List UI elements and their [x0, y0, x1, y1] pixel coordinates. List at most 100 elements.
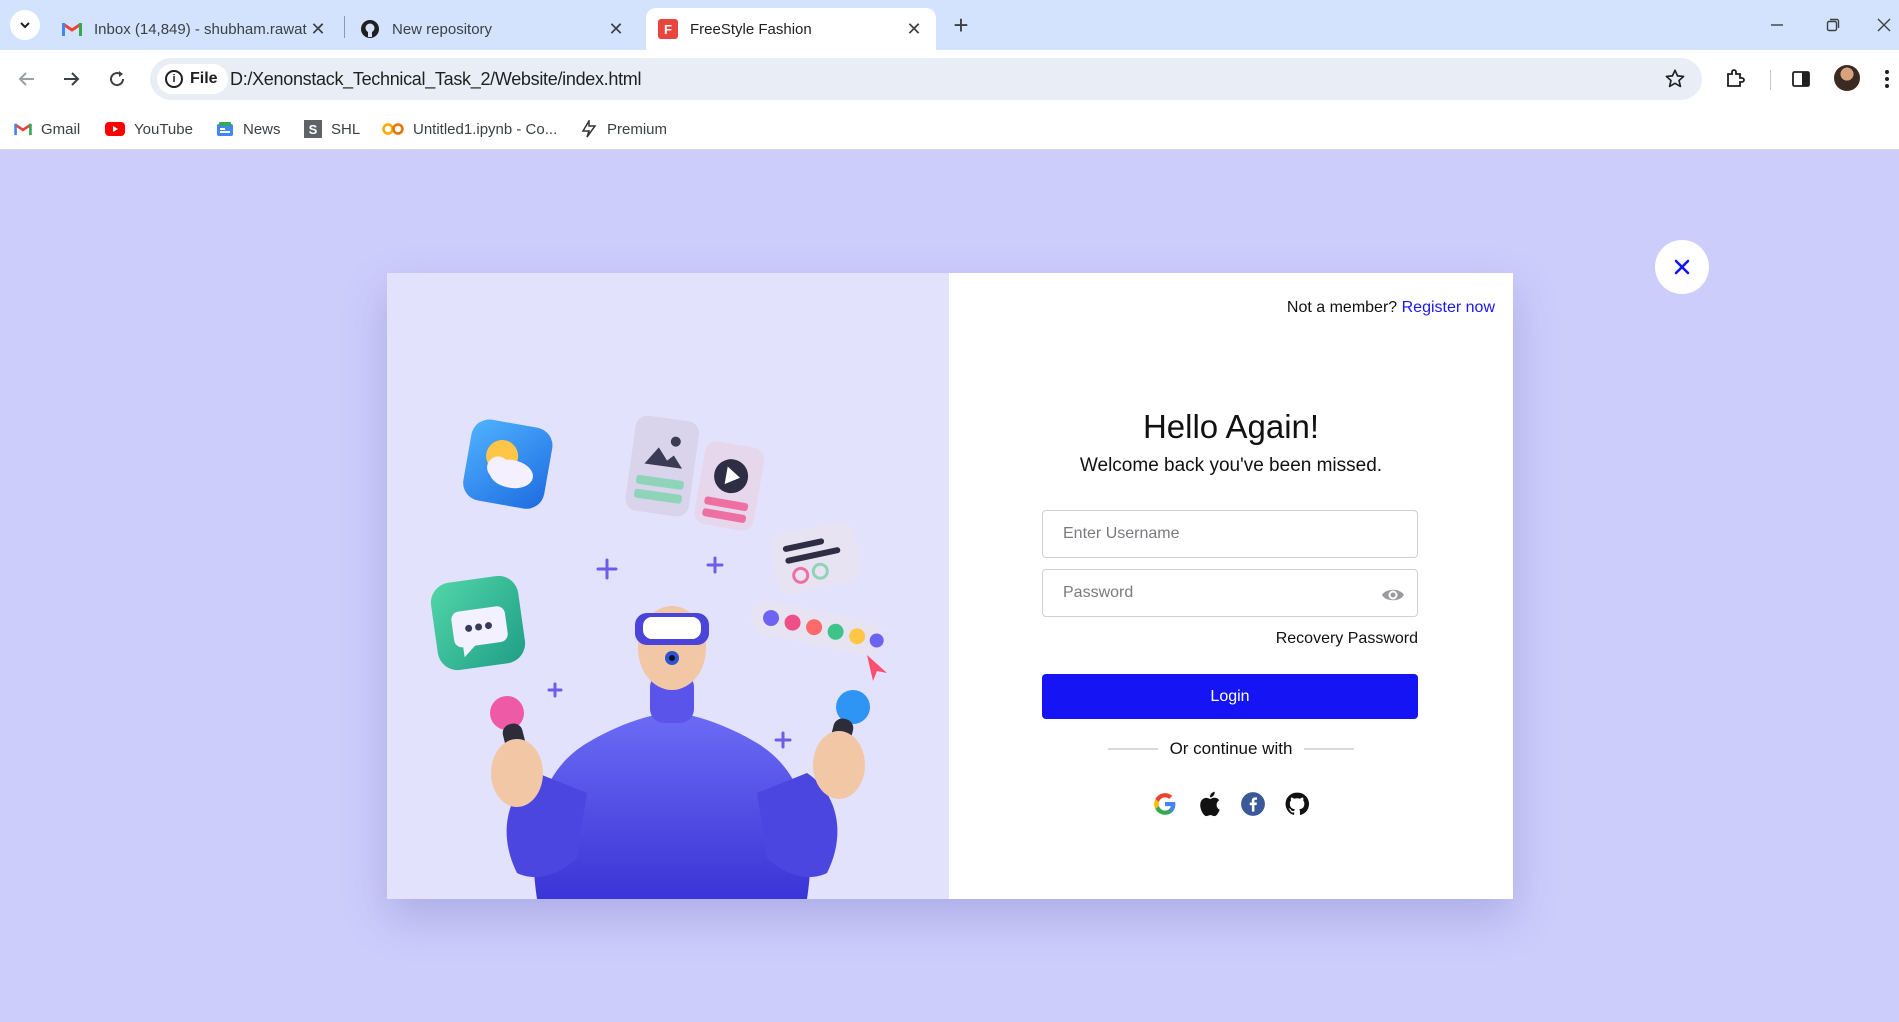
- arrow-left-icon: [18, 72, 34, 86]
- puzzle-icon: [1727, 69, 1745, 87]
- bookmark-news[interactable]: News: [216, 118, 281, 140]
- username-input[interactable]: [1043, 511, 1417, 557]
- reload-icon: [110, 71, 125, 87]
- github-icon: [360, 19, 380, 39]
- bookmark-label: Gmail: [41, 120, 81, 138]
- welcome-subtitle: Welcome back you've been missed.: [1079, 455, 1383, 476]
- close-modal-button[interactable]: [1655, 240, 1709, 294]
- address-bar[interactable]: i File D:/Xenonstack_Technical_Task_2/We…: [150, 58, 1702, 100]
- bookmark-youtube[interactable]: YouTube: [105, 118, 193, 140]
- register-link[interactable]: Register now: [1402, 299, 1495, 316]
- character-figure: [506, 606, 838, 899]
- arrow-right-icon: [64, 72, 80, 86]
- password-input[interactable]: [1043, 570, 1417, 616]
- page-title: Hello Again!: [1142, 408, 1320, 445]
- google-login-button[interactable]: [1151, 790, 1179, 818]
- tab-github[interactable]: New repository ✕: [348, 8, 638, 50]
- google-icon: [1154, 793, 1176, 815]
- not-member-text: Not a member?: [1286, 299, 1398, 316]
- tab-strip: Inbox (14,849) - shubham.rawat ✕ New rep…: [0, 0, 1899, 50]
- github-login-button[interactable]: [1283, 790, 1311, 818]
- chevron-down-icon: [20, 22, 30, 29]
- bookmark-label: Premium: [607, 120, 668, 138]
- tab-search-button[interactable]: [10, 10, 40, 40]
- reload-button[interactable]: [98, 60, 136, 98]
- color-palette-bar: [751, 600, 884, 656]
- site-info-label: File: [190, 70, 218, 87]
- close-window-button[interactable]: [1869, 8, 1899, 42]
- restore-button[interactable]: [1813, 8, 1853, 42]
- tab-title: FreeStyle Fashion: [690, 20, 812, 38]
- toolbar-separator: [1770, 70, 1771, 90]
- bookmark-shl[interactable]: S SHL: [304, 118, 360, 140]
- settings-card-icon: [770, 522, 861, 594]
- bookmark-label: Untitled1.ipynb - Co...: [413, 120, 558, 138]
- page-viewport: Not a member? Register now Hello Again! …: [0, 151, 1899, 1022]
- gmail-icon: [62, 19, 82, 39]
- bookmark-label: SHL: [331, 120, 361, 138]
- bookmark-label: YouTube: [134, 120, 193, 138]
- close-icon: [1877, 18, 1891, 32]
- login-form-panel: Not a member? Register now Hello Again! …: [949, 273, 1513, 899]
- freestyle-icon: F: [658, 19, 678, 39]
- bookmark-premium[interactable]: Premium: [580, 118, 667, 140]
- login-button[interactable]: Login: [1042, 674, 1418, 719]
- illustration-panel: [387, 273, 949, 899]
- close-icon: [1674, 259, 1690, 275]
- premium-icon: [580, 120, 598, 138]
- site-info-chip[interactable]: i File: [157, 64, 228, 94]
- github-icon: [1285, 792, 1310, 815]
- chat-app-icon: [430, 575, 526, 671]
- shl-icon: S: [304, 120, 322, 138]
- divider-line: [1304, 748, 1355, 750]
- password-field: [1042, 569, 1418, 617]
- side-panel-icon: [1792, 71, 1810, 87]
- video-card-icon: [694, 441, 765, 531]
- youtube-icon: [105, 120, 125, 138]
- cursor-icon: [867, 655, 887, 681]
- apple-login-button[interactable]: [1195, 790, 1223, 818]
- minimize-button[interactable]: [1757, 8, 1797, 42]
- username-field: [1042, 510, 1418, 558]
- tab-gmail[interactable]: Inbox (14,849) - shubham.rawat ✕: [50, 8, 340, 50]
- close-tab-icon[interactable]: ✕: [308, 19, 328, 39]
- tab-separator: [344, 16, 345, 38]
- eye-icon[interactable]: [1381, 586, 1405, 604]
- extensions-button[interactable]: [1720, 64, 1750, 94]
- profile-avatar[interactable]: [1834, 65, 1860, 91]
- right-controller: [813, 690, 870, 799]
- close-tab-icon[interactable]: ✕: [606, 19, 626, 39]
- tab-title: Inbox (14,849) - shubham.rawat: [94, 20, 307, 38]
- bookmark-colab[interactable]: Untitled1.ipynb - Co...: [382, 118, 557, 140]
- info-icon: i: [165, 70, 183, 88]
- recovery-password-link[interactable]: Recovery Password: [1276, 630, 1418, 648]
- restore-icon: [1826, 18, 1840, 32]
- tab-freestyle[interactable]: F FreeStyle Fashion ✕: [646, 8, 936, 50]
- gmail-icon: [14, 120, 32, 138]
- weather-app-icon: [463, 419, 553, 509]
- forward-button[interactable]: [52, 60, 90, 98]
- bookmark-gmail[interactable]: Gmail: [14, 118, 80, 140]
- apple-icon: [1200, 791, 1220, 817]
- continue-with-divider: Or continue with: [949, 739, 1513, 759]
- divider-text: Or continue with: [1169, 739, 1293, 758]
- close-tab-icon[interactable]: ✕: [904, 19, 924, 39]
- left-controller: [490, 696, 543, 807]
- minimize-icon: [1771, 24, 1783, 26]
- tab-title: New repository: [392, 20, 493, 38]
- bookmark-star-icon[interactable]: [1664, 68, 1686, 90]
- bookmark-label: News: [243, 120, 281, 138]
- plus-icon: +: [953, 9, 969, 40]
- image-card-icon: [625, 415, 700, 517]
- vr-character-illustration: [430, 415, 887, 899]
- facebook-login-button[interactable]: [1239, 790, 1267, 818]
- register-prompt: Not a member? Register now: [1287, 299, 1495, 317]
- login-card: Not a member? Register now Hello Again! …: [387, 273, 1513, 899]
- new-tab-button[interactable]: +: [946, 10, 976, 40]
- side-panel-button[interactable]: [1786, 64, 1816, 94]
- more-vertical-icon: [1885, 70, 1889, 88]
- menu-button[interactable]: [1877, 64, 1897, 94]
- social-login-row: [949, 790, 1513, 818]
- back-button[interactable]: [8, 60, 46, 98]
- url-text[interactable]: D:/Xenonstack_Technical_Task_2/Website/i…: [230, 69, 642, 90]
